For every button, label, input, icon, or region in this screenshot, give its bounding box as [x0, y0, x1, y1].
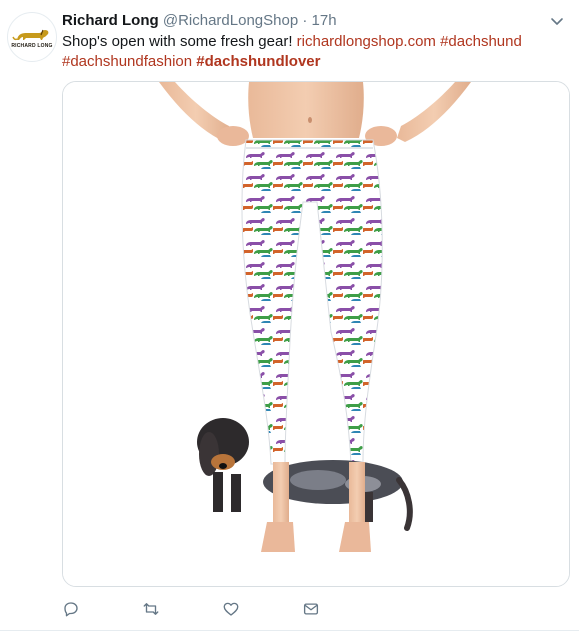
message-icon[interactable]	[302, 600, 322, 620]
tweet-actions	[62, 600, 362, 620]
hashtag-dachshundfashion[interactable]: #dachshundfashion	[62, 53, 192, 70]
chevron-down-icon[interactable]	[549, 13, 565, 29]
like-icon[interactable]	[222, 600, 242, 620]
shop-link[interactable]: richardlongshop.com	[297, 33, 436, 50]
timestamp[interactable]: 17h	[312, 12, 337, 29]
reply-icon[interactable]	[62, 600, 82, 620]
tweet: RICHARD LONG Richard Long @RichardLongSh…	[0, 0, 579, 631]
author-handle[interactable]: @RichardLongShop	[163, 12, 298, 29]
hashtag-dachshundlover[interactable]: #dachshundlover	[196, 53, 320, 70]
dachshund-logo-icon	[12, 29, 49, 41]
retweet-icon[interactable]	[142, 600, 162, 620]
author-name[interactable]: Richard Long	[62, 12, 159, 29]
separator-dot: ·	[302, 12, 308, 29]
tweet-text: Shop's open with some fresh gear! richar…	[62, 32, 562, 72]
avatar-text: RICHARD LONG	[11, 43, 53, 49]
tweet-media-image[interactable]	[62, 81, 570, 587]
avatar[interactable]: RICHARD LONG	[7, 12, 57, 62]
hashtag-dachshund[interactable]: #dachshund	[440, 33, 522, 50]
leggings-photo	[63, 82, 569, 586]
tweet-body-text: Shop's open with some fresh gear!	[62, 33, 297, 50]
tweet-header: Richard Long @RichardLongShop · 17h	[62, 11, 337, 30]
